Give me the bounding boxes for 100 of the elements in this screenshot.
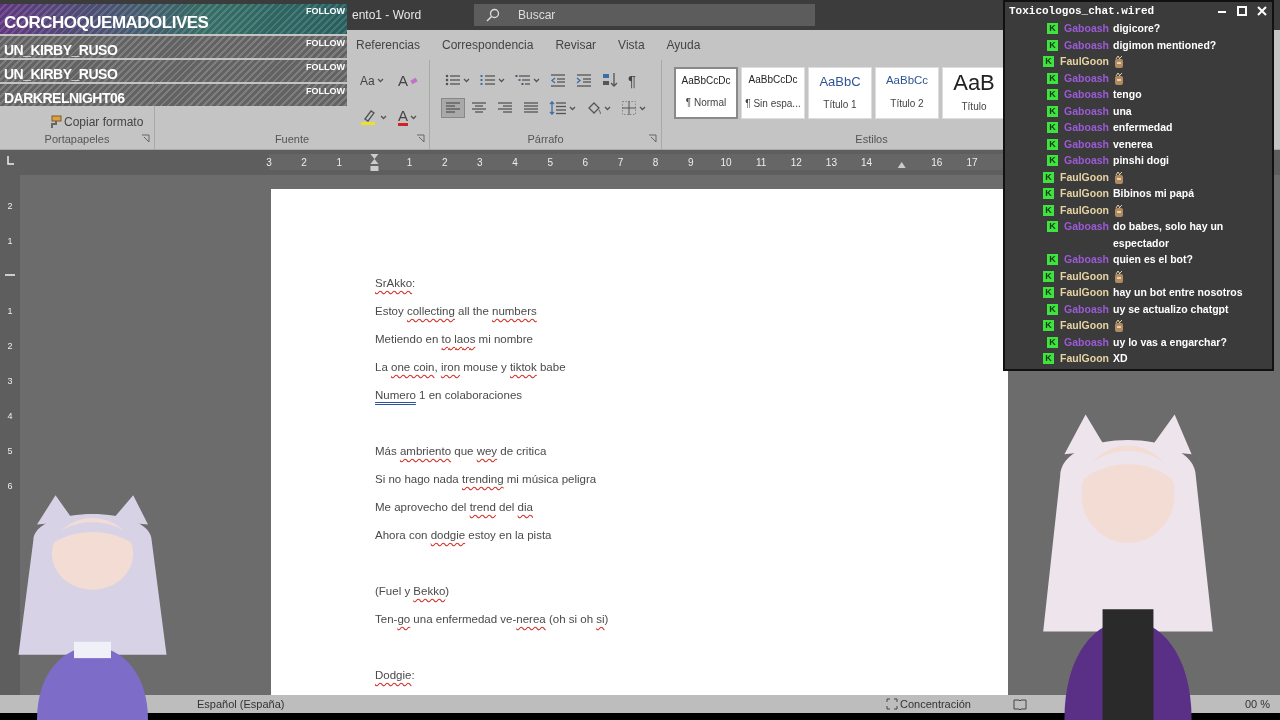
caret-icon <box>410 114 417 120</box>
caret-icon <box>498 77 505 83</box>
change-case-button[interactable]: Aa <box>357 70 395 91</box>
caret-icon <box>533 77 540 83</box>
paint-bucket-icon <box>586 100 602 116</box>
user-badge: K <box>1043 320 1054 331</box>
ribbon-tab[interactable]: Ayuda <box>658 33 709 57</box>
ruler-number: 5 <box>7 446 13 456</box>
user-badge: K <box>1043 204 1054 216</box>
user-badge: K <box>1047 155 1059 166</box>
clear-format-button[interactable]: A <box>395 70 429 91</box>
document-line: Más ambriento que wey de critica <box>375 445 547 457</box>
chat-username[interactable]: FaulGoon <box>1060 267 1109 284</box>
ruler-number: 1 <box>7 306 13 316</box>
chat-username[interactable]: FaulGoon <box>1060 284 1109 301</box>
ruler-number: 8 <box>652 157 659 169</box>
chat-message: una <box>1113 104 1132 117</box>
tab-selector-icon[interactable] <box>7 155 15 165</box>
style-option[interactable]: AaBbCc Título 2 <box>875 67 939 119</box>
ruler-number: 3 <box>266 157 272 169</box>
user-badge: K <box>1047 122 1059 133</box>
numbered-list-icon <box>480 73 496 87</box>
group-label: Párrafo <box>527 131 564 147</box>
ruler-number: 5 <box>547 157 553 169</box>
group-label: Portapapeles <box>44 131 110 147</box>
show-marks-button[interactable]: ¶ <box>625 70 640 90</box>
chat-username[interactable]: FaulGoon <box>1060 53 1109 70</box>
chat-username[interactable]: FaulGoon <box>1060 185 1109 202</box>
emote-icon <box>1113 269 1125 284</box>
emote-icon <box>1113 71 1125 86</box>
focus-icon <box>886 698 898 710</box>
follower-name: UN_KIRBY_RUSO <box>4 41 118 60</box>
document-line: Me aprovecho del trend del dia <box>375 501 533 513</box>
ruler-number: 1 <box>336 157 343 169</box>
chat-message: quien es el bot? <box>1113 253 1193 265</box>
user-badge: K <box>1047 72 1059 84</box>
maximize-icon <box>1236 5 1248 17</box>
document-line: Numero 1 en colaboraciones <box>375 389 523 401</box>
ruler-number: 13 <box>825 157 837 169</box>
style-option[interactable]: AaBbCcDc ¶ Sin espa... <box>741 67 805 119</box>
document-line: Estoy collecting all the numbers <box>375 305 537 317</box>
group-label: Estilos <box>855 131 888 147</box>
document-line: Si no hago nada trending mi música peligra <box>375 473 597 485</box>
emote-icon <box>1113 55 1125 70</box>
book-icon <box>1012 698 1027 710</box>
style-option[interactable]: AaB Título <box>942 67 1006 119</box>
search-icon <box>486 8 500 22</box>
ribbon-tab[interactable]: Vista <box>610 33 653 57</box>
right-indent-marker[interactable] <box>897 162 906 169</box>
caret-icon <box>380 114 387 120</box>
chat-username[interactable]: FaulGoon <box>1060 168 1109 185</box>
ruler-number: 3 <box>7 376 13 386</box>
style-option[interactable]: AaBbCcDc ¶ Normal <box>674 67 738 119</box>
user-badge: K <box>1043 188 1054 199</box>
ruler-number: 1 <box>7 236 13 246</box>
chat-username[interactable]: FaulGoon <box>1060 350 1109 367</box>
follower-name: CORCHOQUEMADOLIVES <box>4 12 209 34</box>
ribbon-tab[interactable]: Correspondencia <box>434 33 542 57</box>
ruler-number: 3 <box>477 157 483 169</box>
style-option[interactable]: AaBbC Título 1 <box>808 67 872 119</box>
dialog-launcher-icon <box>416 134 425 143</box>
align-left-icon <box>445 101 461 115</box>
copy-format-button[interactable]: Copiar formato <box>46 115 146 129</box>
document-line: Dodgie: <box>375 669 415 681</box>
user-badge: K <box>1047 221 1059 232</box>
user-badge: K <box>1047 89 1059 100</box>
ribbon-tab[interactable]: Referencias <box>348 33 429 57</box>
chat-message: digimon mentioned? <box>1113 38 1217 51</box>
user-badge: K <box>1047 303 1059 315</box>
font-color-button[interactable]: A <box>395 105 429 129</box>
chat-username[interactable]: FaulGoon <box>1060 201 1109 218</box>
align-left-button[interactable] <box>442 99 464 117</box>
chat-message: uy se actualizo chatgpt <box>1113 302 1229 315</box>
follow-label: FOLLOW <box>306 85 345 98</box>
follower-name: UN_KIRBY_RUSO <box>4 65 118 84</box>
ruler-number: 14 <box>861 157 873 169</box>
search-field[interactable]: Buscar <box>474 4 815 26</box>
ruler-number: 10 <box>720 157 732 169</box>
indent-marker[interactable] <box>370 154 379 172</box>
chat-username[interactable]: FaulGoon <box>1060 317 1109 334</box>
ruler-number: 17 <box>966 157 978 169</box>
decrease-indent-icon <box>550 73 566 87</box>
follow-label: FOLLOW <box>306 61 345 74</box>
user-badge: K <box>1043 353 1054 364</box>
focus-button[interactable]: Concentración <box>884 698 973 710</box>
chat-message: uy lo vas a engarchar? <box>1113 335 1227 348</box>
chat-message: enfermedad <box>1113 121 1173 133</box>
follow-label: FOLLOW <box>306 37 345 50</box>
ruler-number: 2 <box>7 341 13 351</box>
read-mode-button[interactable] <box>1012 698 1027 710</box>
language-status[interactable]: Español (España) <box>197 695 285 713</box>
ribbon-tab[interactable]: Revisar <box>547 33 605 57</box>
increase-indent-icon <box>576 73 592 87</box>
eraser-icon <box>410 76 418 85</box>
document-line: (Fuel y Bekko) <box>375 585 450 597</box>
user-badge: K <box>1043 56 1054 67</box>
chat-message: venerea <box>1113 137 1153 150</box>
chat-message: digicore? <box>1113 22 1161 34</box>
chat-message: hay un bot entre nosotros <box>1113 286 1243 298</box>
ruler-number: 4 <box>7 411 13 421</box>
